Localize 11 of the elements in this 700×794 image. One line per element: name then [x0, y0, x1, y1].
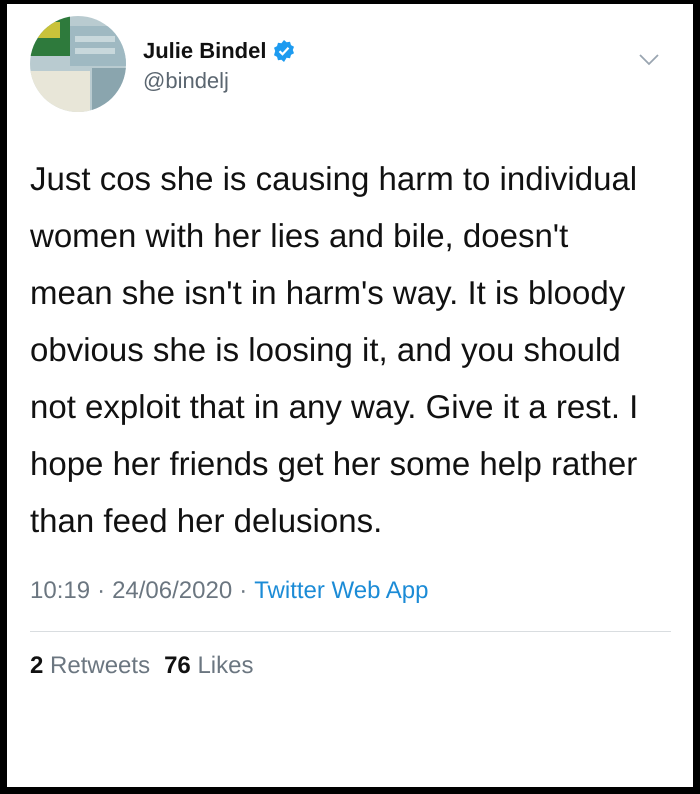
tweet-text: Just cos she is causing harm to individual women with her lies and bile, doesn't mean she isn't in harm's way. It is bloody obvious she is loosing it, and you should not exploit that in any way. Give it a rest. I hope her friends get her some help rather than feed her delusions. — [30, 159, 640, 541]
tweet-time: 10:19 — [30, 577, 90, 605]
source-link[interactable]: Twitter Web App — [254, 577, 428, 605]
chevron-down-icon[interactable] — [639, 54, 659, 66]
separator-dot: · — [239, 577, 248, 605]
stat-link[interactable]: 2 Retweets — [30, 652, 150, 680]
author-name[interactable]: Julie Bindel — [143, 38, 266, 64]
tweet-date: 24/06/2020 — [112, 577, 232, 605]
author-handle[interactable]: @bindelj — [143, 68, 296, 94]
stat-link[interactable]: 76 Likes — [164, 652, 254, 680]
separator-dot: · — [97, 577, 106, 605]
